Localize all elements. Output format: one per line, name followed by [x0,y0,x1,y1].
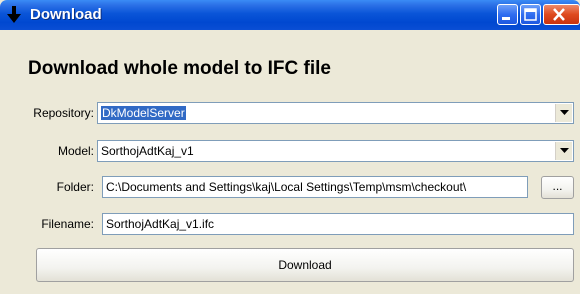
maximize-icon[interactable] [520,4,541,25]
close-icon[interactable] [543,4,580,25]
folder-value: C:\Documents and Settings\kaj\Local Sett… [106,180,467,194]
folder-label: Folder: [56,180,94,194]
model-select[interactable]: SorthojAdtKaj_v1 [97,140,574,162]
download-button[interactable]: Download [36,248,574,282]
chevron-down-icon[interactable] [555,104,572,122]
model-value: SorthojAdtKaj_v1 [101,144,194,158]
filename-input[interactable]: SorthojAdtKaj_v1.ifc [102,213,574,235]
dialog-heading: Download whole model to IFC file [28,58,331,79]
folder-input[interactable]: C:\Documents and Settings\kaj\Local Sett… [102,176,528,198]
repository-label: Repository: [33,106,94,120]
filename-value: SorthojAdtKaj_v1.ifc [106,217,215,231]
model-label: Model: [57,144,94,158]
browse-folder-button[interactable]: ... [541,176,574,199]
download-dialog: Download Download whole model to IFC fil… [0,0,580,294]
chevron-down-icon[interactable] [555,142,572,160]
filename-label: Filename: [41,217,94,231]
minimize-icon[interactable] [497,4,518,25]
repository-value: DkModelServer [101,106,186,120]
title-bar[interactable]: Download [0,0,580,30]
download-arrow-icon [7,6,21,23]
repository-select[interactable]: DkModelServer [97,102,574,124]
window-title: Download [30,6,102,23]
